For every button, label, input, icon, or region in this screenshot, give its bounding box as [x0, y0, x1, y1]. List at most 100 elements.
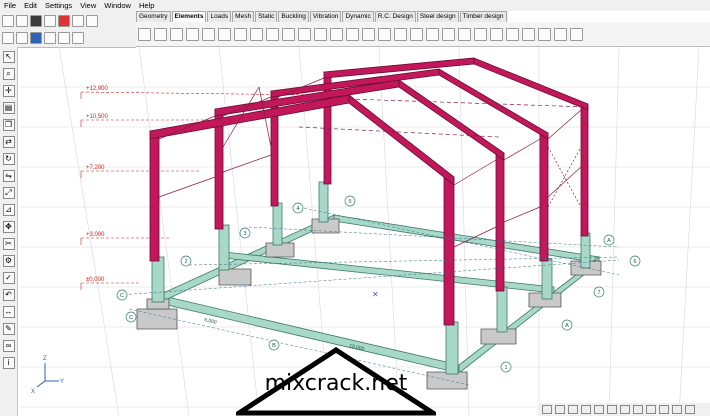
edge-hinge-icon[interactable] — [346, 27, 359, 41]
pencil-icon[interactable]: ✎ — [2, 323, 15, 335]
rotate-icon[interactable]: ↻ — [2, 153, 15, 165]
tab-elements[interactable]: Elements — [171, 11, 207, 22]
tab-rc-design[interactable]: R.C. Design — [374, 11, 416, 22]
pdf-icon[interactable] — [58, 14, 70, 27]
plate-icon[interactable] — [234, 27, 247, 41]
tab-dynamic[interactable]: Dynamic — [342, 11, 374, 22]
menu-help[interactable]: Help — [135, 0, 158, 11]
select-arrow-icon[interactable]: ↖ — [2, 51, 15, 63]
status-icon-8[interactable] — [633, 405, 643, 414]
menu-edit[interactable]: Edit — [20, 0, 41, 11]
grid-label-a: A — [607, 238, 611, 244]
menu-view[interactable]: View — [76, 0, 100, 11]
level-label-4: +3,000 — [86, 232, 105, 238]
status-icon-12[interactable] — [685, 405, 695, 414]
pile-icon[interactable] — [506, 27, 519, 41]
copy-tool-icon[interactable]: ❐ — [2, 119, 15, 131]
house-icon[interactable] — [570, 27, 583, 41]
open-folder-icon[interactable] — [16, 14, 28, 27]
surface-support-icon[interactable] — [330, 27, 343, 41]
main-toolbar — [0, 11, 136, 30]
redo-icon[interactable] — [86, 14, 98, 27]
rigid-body-icon[interactable] — [362, 27, 375, 41]
material-icon[interactable] — [138, 27, 151, 41]
status-icon-10[interactable] — [659, 405, 669, 414]
print-icon[interactable] — [44, 14, 56, 27]
save-icon[interactable] — [30, 14, 42, 27]
status-icon-7[interactable] — [620, 405, 630, 414]
menu-settings[interactable]: Settings — [41, 0, 76, 11]
status-icon-2[interactable] — [555, 405, 565, 414]
menu-bar: File Edit Settings View Window Help — [0, 0, 710, 11]
building-icon[interactable] — [522, 27, 535, 41]
menu-window[interactable]: Window — [100, 0, 135, 11]
level-label-2: +10,500 — [86, 114, 109, 120]
diaphragm-icon[interactable] — [378, 27, 391, 41]
dimension-icon[interactable]: ↔ — [2, 306, 15, 318]
references-icon[interactable] — [458, 27, 471, 41]
tab-vibration[interactable]: Vibration — [309, 11, 342, 22]
mirror-icon[interactable]: ⇋ — [2, 170, 15, 182]
cut-icon[interactable] — [2, 32, 14, 44]
domain-icon[interactable] — [266, 27, 279, 41]
shell-icon[interactable] — [250, 27, 263, 41]
modify-icon[interactable] — [474, 27, 487, 41]
gear-icon[interactable]: ⚙ — [2, 255, 15, 267]
settings-icon[interactable] — [72, 32, 84, 44]
nodal-support-icon[interactable] — [298, 27, 311, 41]
membrane-icon[interactable] — [218, 27, 231, 41]
new-file-icon[interactable] — [2, 14, 14, 27]
axis-y-label: Y — [60, 379, 64, 385]
status-icon-3[interactable] — [568, 405, 578, 414]
tab-steel-design[interactable]: Steel design — [416, 11, 459, 22]
grid-icon[interactable] — [44, 32, 56, 44]
line-support-icon[interactable] — [314, 27, 327, 41]
undo-tool-icon[interactable]: ↶ — [2, 289, 15, 301]
axes-icon[interactable]: ✛ — [2, 85, 15, 97]
rib-element-icon[interactable] — [202, 27, 215, 41]
footing-icon[interactable] — [490, 27, 503, 41]
tab-geometry[interactable]: Geometry — [136, 11, 171, 22]
truss-element-icon[interactable] — [170, 27, 183, 41]
grid-label-a2: A — [565, 323, 569, 329]
split-icon[interactable]: ✂ — [2, 238, 15, 250]
stairs-icon[interactable] — [538, 27, 551, 41]
measure-icon[interactable]: ⊿ — [2, 204, 15, 216]
status-icon-9[interactable] — [646, 405, 656, 414]
level-label-5: ±0,000 — [86, 277, 105, 283]
undo-icon[interactable] — [72, 14, 84, 27]
layers-icon[interactable] — [30, 32, 42, 44]
ground-icon[interactable] — [554, 27, 567, 41]
info-icon[interactable]: i — [2, 357, 15, 369]
status-icon-11[interactable] — [672, 405, 682, 414]
tab-mesh[interactable]: Mesh — [232, 11, 255, 22]
status-icon-5[interactable] — [594, 405, 604, 414]
cross-section-icon[interactable] — [154, 27, 167, 41]
hole-icon[interactable] — [282, 27, 295, 41]
node-dof-icon[interactable] — [442, 27, 455, 41]
menu-file[interactable]: File — [0, 0, 20, 11]
level-label-3: +7,200 — [86, 165, 105, 171]
status-icon-4[interactable] — [581, 405, 591, 414]
status-icon-6[interactable] — [607, 405, 617, 414]
zoom-icon[interactable]: ⌕ — [2, 68, 15, 80]
tab-timber-design[interactable]: Timber design — [459, 11, 507, 22]
tab-loads[interactable]: Loads — [207, 11, 232, 22]
gap-icon[interactable] — [410, 27, 423, 41]
elements-toolbar — [136, 22, 710, 47]
link-icon[interactable] — [426, 27, 439, 41]
tab-static[interactable]: Static — [255, 11, 278, 22]
link-tool-icon[interactable]: ∞ — [2, 340, 15, 352]
check-icon[interactable]: ✓ — [2, 272, 15, 284]
scale-icon[interactable]: ⤢ — [2, 187, 15, 199]
tab-buckling[interactable]: Buckling — [278, 11, 309, 22]
display-icon[interactable] — [58, 32, 70, 44]
beam-element-icon[interactable] — [186, 27, 199, 41]
move-node-icon[interactable]: ✥ — [2, 221, 15, 233]
translate-icon[interactable]: ⇄ — [2, 136, 15, 148]
status-icon-1[interactable] — [542, 405, 552, 414]
spring-icon[interactable] — [394, 27, 407, 41]
layer-icon[interactable]: ▤ — [2, 102, 15, 114]
copy-icon[interactable] — [16, 32, 28, 44]
axis-x-label: X — [31, 389, 35, 395]
